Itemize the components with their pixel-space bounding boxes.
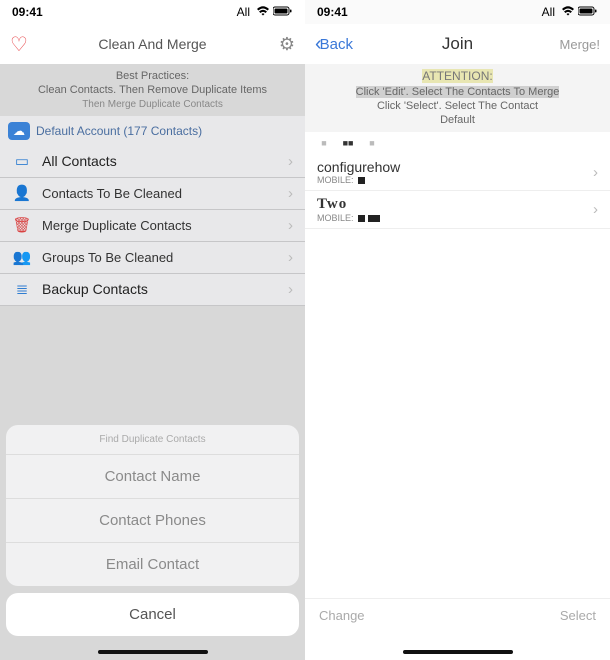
battery-icon	[273, 5, 293, 19]
change-button[interactable]: Change	[319, 608, 365, 623]
chevron-right-icon: ›	[593, 201, 598, 218]
gear-icon[interactable]: ⚙	[279, 34, 295, 55]
battery-icon	[578, 5, 598, 19]
info-block-right: ATTENTION: Click 'Edit'. Select The Cont…	[305, 64, 610, 132]
nav-bar-right: ‹ Back Join Merge!	[305, 24, 610, 64]
wifi-icon	[256, 5, 270, 19]
menu-label: Contacts To Be Cleaned	[42, 186, 278, 201]
select-button[interactable]: Select	[560, 608, 596, 623]
sheet-title: Find Duplicate Contacts	[6, 425, 299, 455]
filter-icon-3[interactable]: ■	[367, 138, 377, 148]
list-item[interactable]: Two MOBILE: ›	[305, 191, 610, 229]
filter-icon-1[interactable]: ■	[319, 138, 329, 148]
chevron-right-icon: ›	[593, 164, 598, 181]
info-line2: Clean Contacts. Then Remove Duplicate It…	[6, 83, 299, 97]
info-line2: Click 'Select'. Select The Contact	[311, 99, 604, 113]
info-block-left: Best Practices: Clean Contacts. Then Rem…	[0, 64, 305, 116]
menu-label: Groups To Be Cleaned	[42, 250, 278, 265]
list-item[interactable]: configurehow MOBILE: ›	[305, 154, 610, 191]
nav-title-left: Clean And Merge	[70, 36, 235, 52]
merge-button[interactable]: Merge!	[540, 37, 600, 52]
menu-backup[interactable]: ≣ Backup Contacts ›	[0, 274, 305, 306]
cloud-icon: ☁	[8, 122, 30, 140]
heart-icon[interactable]: ♡	[10, 32, 28, 57]
contact-sub: MOBILE:	[317, 175, 400, 185]
contact-name: Two	[317, 196, 380, 213]
chevron-right-icon: ›	[288, 153, 293, 170]
menu-contacts-clean[interactable]: 👤 Contacts To Be Cleaned ›	[0, 178, 305, 210]
cancel-button[interactable]: Cancel	[6, 593, 299, 636]
filter-row: ■ ■■ ■	[305, 132, 610, 154]
menu-all-contacts[interactable]: ▭ All Contacts ›	[0, 146, 305, 178]
person-clean-icon: 👤	[12, 184, 32, 202]
contact-sub: MOBILE:	[317, 213, 380, 223]
chevron-right-icon: ›	[288, 185, 293, 202]
sheet-email-contact[interactable]: Email Contact	[6, 543, 299, 586]
carrier-label: All	[237, 5, 250, 19]
chevron-right-icon: ›	[288, 217, 293, 234]
status-time: 09:41	[317, 5, 348, 19]
carrier-label: All	[542, 5, 555, 19]
attention-label: ATTENTION:	[311, 69, 604, 85]
trash-icon: 🗑	[12, 216, 32, 234]
chevron-right-icon: ›	[288, 281, 293, 298]
filter-icon-2[interactable]: ■■	[343, 138, 353, 148]
menu-list: ▭ All Contacts › 👤 Contacts To Be Cleane…	[0, 146, 305, 306]
bottom-toolbar: Change Select	[305, 598, 610, 632]
info-line3: Default	[311, 113, 604, 127]
status-bar-left: 09:41 All	[0, 0, 305, 24]
sheet-contact-name[interactable]: Contact Name	[6, 455, 299, 499]
nav-bar-left: ♡ Clean And Merge ⚙	[0, 24, 305, 64]
nav-title-right: Join	[375, 34, 540, 54]
home-indicator	[98, 650, 208, 654]
menu-groups-clean[interactable]: 👥 Groups To Be Cleaned ›	[0, 242, 305, 274]
account-label: Default Account (177 Contacts)	[36, 124, 202, 138]
chevron-right-icon: ›	[288, 249, 293, 266]
menu-label: Merge Duplicate Contacts	[42, 218, 278, 233]
sheet-contact-phones[interactable]: Contact Phones	[6, 499, 299, 543]
back-label: Back	[320, 36, 353, 53]
backup-icon: ≣	[12, 280, 32, 298]
info-line1: Click 'Edit'. Select The Contacts To Mer…	[311, 85, 604, 99]
id-card-icon: ▭	[12, 152, 32, 170]
contact-list: configurehow MOBILE: › Two MOBILE: ›	[305, 154, 610, 229]
account-row[interactable]: ☁ Default Account (177 Contacts)	[0, 116, 305, 146]
info-line1: Best Practices:	[6, 69, 299, 83]
menu-merge-duplicates[interactable]: 🗑 Merge Duplicate Contacts ›	[0, 210, 305, 242]
wifi-icon	[561, 5, 575, 19]
contact-name: configurehow	[317, 159, 400, 175]
status-time: 09:41	[12, 5, 43, 19]
status-bar-right: 09:41 All	[305, 0, 610, 24]
menu-label: All Contacts	[42, 153, 278, 169]
back-button[interactable]: ‹ Back	[315, 33, 353, 56]
action-sheet: Find Duplicate Contacts Contact Name Con…	[6, 425, 299, 636]
info-line3: Then Merge Duplicate Contacts	[6, 98, 299, 111]
home-indicator	[403, 650, 513, 654]
group-clean-icon: 👥	[12, 248, 32, 266]
menu-label: Backup Contacts	[42, 281, 278, 297]
